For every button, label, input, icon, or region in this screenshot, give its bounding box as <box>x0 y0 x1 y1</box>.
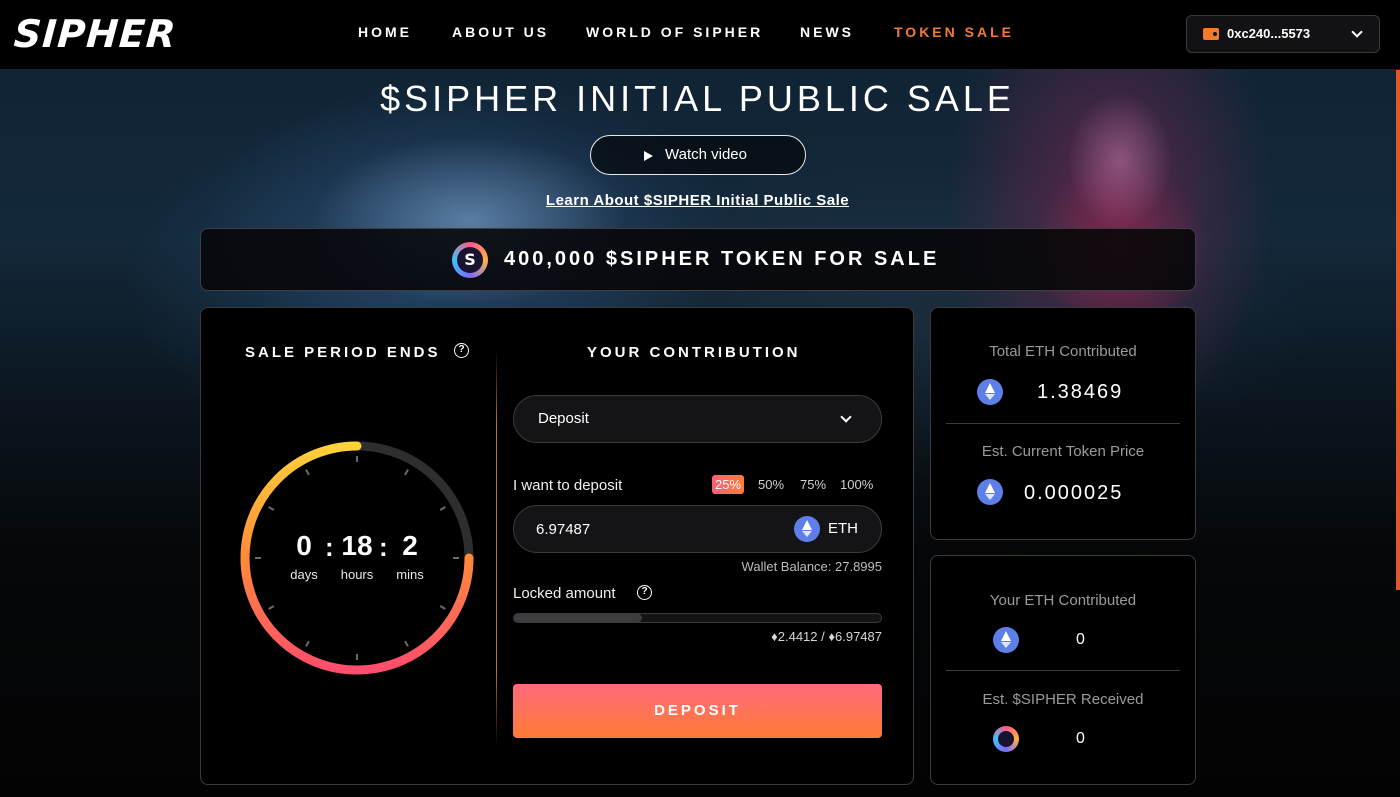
wallet-balance: Wallet Balance: 27.8995 <box>741 559 882 574</box>
learn-about-link[interactable]: Learn About $SIPHER Initial Public Sale <box>0 192 1395 209</box>
banner-text: 400,000 $SIPHER TOKEN FOR SALE <box>504 248 940 270</box>
help-icon[interactable]: ? <box>454 343 469 358</box>
locked-total-value: 6.97487 <box>835 629 882 644</box>
top-navigation-bar: SIPHER HOME ABOUT US WORLD OF SIPHER NEW… <box>0 0 1400 69</box>
wallet-address: 0xc240...5573 <box>1227 26 1311 41</box>
mode-select-value: Deposit <box>538 410 589 427</box>
total-eth-value: 1.38469 <box>1037 381 1124 403</box>
mode-select[interactable]: Deposit <box>513 395 882 443</box>
timer-hours-value: 18 <box>341 530 373 561</box>
eth-glyph-icon: ♦ <box>771 629 778 644</box>
sale-panel: SALE PERIOD ENDS ? 0 : 18 : 2 days hours… <box>200 307 914 785</box>
timer-hours-label: hours <box>340 567 374 582</box>
timer-mins-value: 2 <box>402 530 418 561</box>
timer-tick <box>268 605 275 610</box>
sipher-token-icon <box>993 726 1019 752</box>
total-eth-label: Total ETH Contributed <box>989 343 1137 360</box>
token-sale-banner: 400,000 $SIPHER TOKEN FOR SALE <box>200 228 1196 291</box>
percent-100-button[interactable]: 100% <box>837 475 876 494</box>
locked-amount-values: ♦2.4412 / ♦6.97487 <box>771 629 882 644</box>
locked-amount-label: Locked amount <box>513 585 616 602</box>
chevron-down-icon <box>1351 26 1363 38</box>
timer-tick <box>268 506 275 511</box>
eth-icon <box>993 627 1019 653</box>
deposit-amount-field: ETH <box>513 505 882 553</box>
section-divider <box>496 348 497 748</box>
locked-amount-fill <box>514 614 643 622</box>
page-edge-accent <box>1396 70 1400 590</box>
percent-25-button[interactable]: 25% <box>712 475 745 494</box>
stats-divider <box>946 670 1180 671</box>
timer-mins-label: mins <box>396 567 424 582</box>
play-icon <box>644 151 653 161</box>
wallet-dropdown[interactable]: 0xc240...5573 <box>1186 15 1380 53</box>
countdown-timer: 0 : 18 : 2 days hours mins <box>237 438 477 678</box>
token-price-label: Est. Current Token Price <box>981 443 1145 460</box>
nav-news[interactable]: NEWS <box>800 24 854 40</box>
sipher-logo[interactable]: SIPHER <box>12 12 177 56</box>
your-stats-panel: Your ETH Contributed 0 Est. $SIPHER Rece… <box>930 555 1196 785</box>
nav-world-of-sipher[interactable]: WORLD OF SIPHER <box>586 24 763 40</box>
timer-tick <box>439 506 446 511</box>
timer-tick <box>305 640 310 647</box>
chevron-down-icon <box>840 411 852 423</box>
deposit-amount-input[interactable] <box>536 518 776 540</box>
percent-50-button[interactable]: 50% <box>755 475 787 494</box>
timer-tick <box>404 469 409 476</box>
your-eth-value: 0 <box>1076 631 1085 648</box>
sipher-received-value: 0 <box>1076 730 1085 747</box>
deposit-button[interactable]: DEPOSIT <box>513 684 882 738</box>
sale-period-title: SALE PERIOD ENDS <box>245 344 441 361</box>
eth-glyph-icon: ♦ <box>828 629 835 644</box>
your-eth-label: Your ETH Contributed <box>989 592 1137 609</box>
sipher-received-label: Est. $SIPHER Received <box>982 691 1144 708</box>
timer-tick <box>404 640 409 647</box>
wallet-icon <box>1203 28 1219 40</box>
eth-icon <box>794 516 820 542</box>
watch-video-button[interactable]: Watch video <box>590 135 806 175</box>
currency-label: ETH <box>828 520 858 537</box>
watch-video-label: Watch video <box>665 146 747 163</box>
percent-75-button[interactable]: 75% <box>797 475 829 494</box>
timer-tick <box>305 469 310 476</box>
eth-icon <box>977 479 1003 505</box>
timer-days-value: 0 <box>296 530 312 561</box>
sale-stats-panel: Total ETH Contributed 1.38469 Est. Curre… <box>930 307 1196 540</box>
timer-colon: : <box>379 532 388 562</box>
help-icon[interactable]: ? <box>637 585 652 600</box>
nav-token-sale[interactable]: TOKEN SALE <box>894 24 1014 40</box>
sipher-token-icon <box>452 242 488 278</box>
nav-about-us[interactable]: ABOUT US <box>452 24 549 40</box>
timer-colon: : <box>325 532 334 562</box>
locked-current-value: 2.4412 <box>777 629 818 644</box>
page-title: $SIPHER INITIAL PUBLIC SALE <box>380 78 1015 119</box>
timer-days-label: days <box>290 567 318 582</box>
locked-amount-bar <box>513 613 882 623</box>
stats-divider <box>946 423 1180 424</box>
deposit-label: I want to deposit <box>513 477 623 494</box>
eth-icon <box>977 379 1003 405</box>
nav-home[interactable]: HOME <box>358 24 412 40</box>
timer-tick <box>439 605 446 610</box>
token-price-value: 0.000025 <box>1024 482 1124 504</box>
contribution-title: YOUR CONTRIBUTION <box>587 344 801 361</box>
